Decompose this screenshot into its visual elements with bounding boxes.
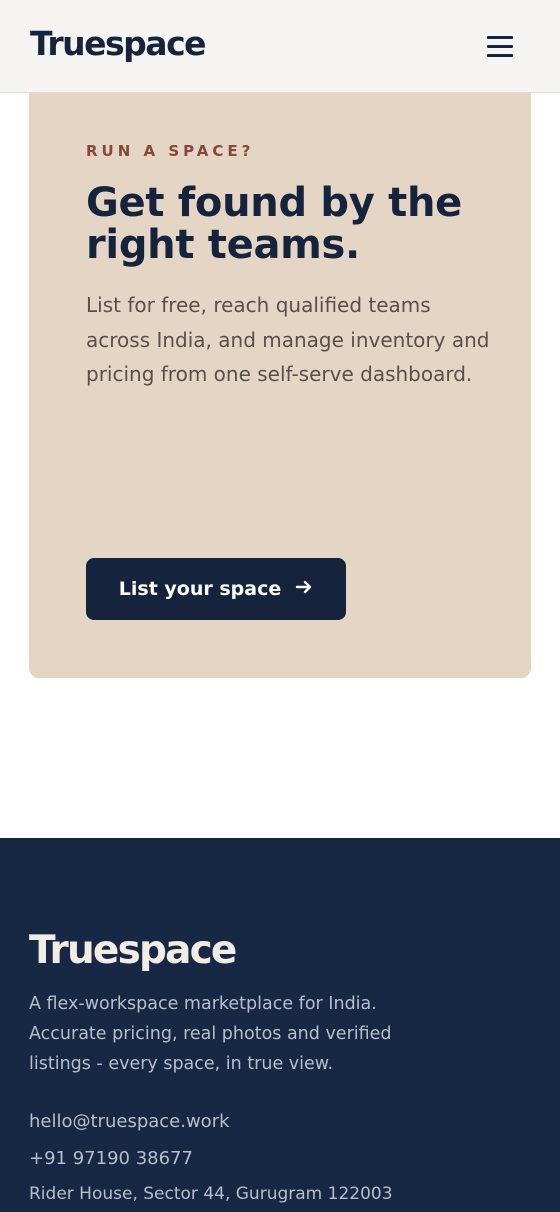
list-your-space-button[interactable]: List your space xyxy=(86,558,346,620)
hamburger-menu-icon[interactable] xyxy=(484,32,516,60)
list-space-card: RUN A SPACE? Get found by the right team… xyxy=(29,60,531,678)
arrow-right-icon xyxy=(295,578,313,600)
site-footer: Truespace A flex-workspace marketplace f… xyxy=(0,838,560,1212)
footer-address: Rider House, Sector 44, Gurugram 122003 xyxy=(29,1184,393,1204)
footer-phone-link[interactable]: +91 97190 38677 xyxy=(29,1148,193,1169)
card-eyebrow: RUN A SPACE? xyxy=(86,142,255,160)
menu-line xyxy=(487,36,513,39)
card-description: List for free, reach qualified teams acr… xyxy=(86,293,490,386)
cta-label: List your space xyxy=(118,578,282,600)
site-header: Truespace xyxy=(0,0,560,93)
footer-description: A flex-workspace marketplace for India. … xyxy=(29,994,392,1074)
menu-line xyxy=(487,45,513,48)
footer-logo[interactable]: Truespace xyxy=(29,926,237,976)
footer-email-link[interactable]: hello@truespace.work xyxy=(29,1111,230,1132)
card-headline: Get found by the right teams. xyxy=(86,180,462,268)
logo[interactable]: Truespace xyxy=(30,22,207,66)
menu-line xyxy=(487,54,513,57)
